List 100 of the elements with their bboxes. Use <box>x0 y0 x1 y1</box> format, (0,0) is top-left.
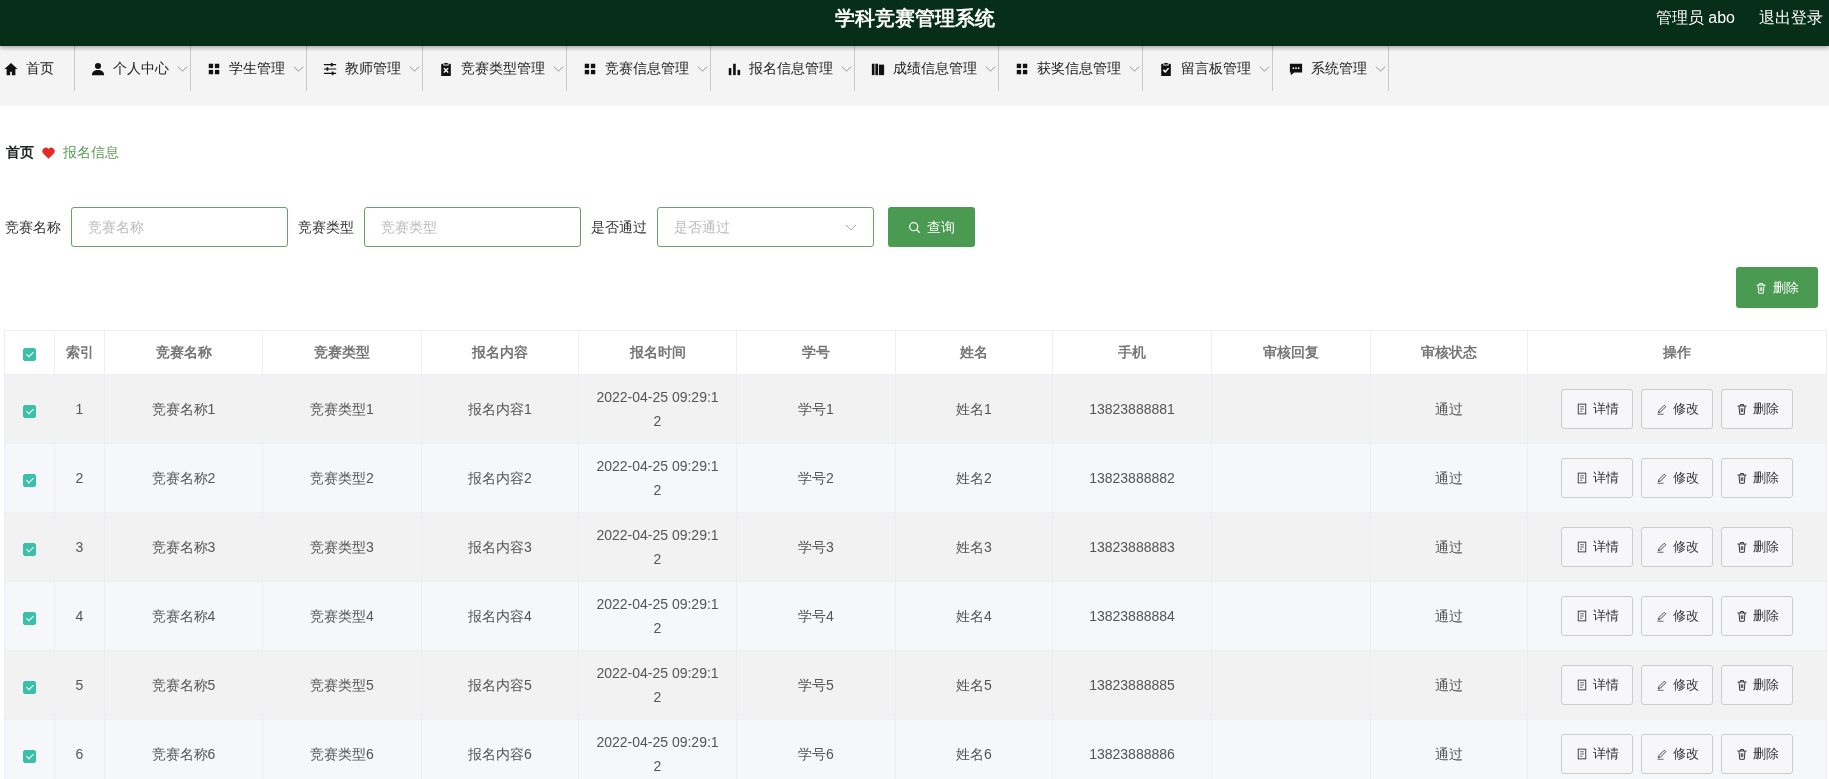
nav-menu-item[interactable]: 竞赛类型管理 <box>423 46 567 91</box>
trash-icon <box>1735 403 1748 415</box>
table-cell: 姓名1 <box>895 374 1053 444</box>
table-cell: 竞赛类型3 <box>262 512 422 582</box>
nav-menu-item[interactable]: 留言板管理 <box>1143 46 1273 91</box>
row-action-button[interactable]: 详情 <box>1561 734 1633 774</box>
grid-icon <box>1015 61 1029 76</box>
search-label: 竞赛名称 <box>5 217 61 237</box>
table-cell: 姓名4 <box>895 581 1053 651</box>
document-icon <box>1575 748 1588 760</box>
table-cell: 通过 <box>1370 650 1528 720</box>
app-title: 学科竞赛管理系统 <box>834 6 995 31</box>
column-header: 学号 <box>736 330 896 375</box>
row-action-button[interactable]: 删除 <box>1721 665 1793 705</box>
document-icon <box>1575 679 1588 691</box>
books-icon <box>871 61 885 76</box>
caret-icon <box>177 63 188 74</box>
row-action-button[interactable]: 详情 <box>1561 527 1633 567</box>
heart-icon <box>42 146 55 159</box>
grid-icon <box>583 61 597 76</box>
search-input-field[interactable]: 竞赛类型 <box>364 207 581 247</box>
clipboard-x-icon <box>439 61 453 76</box>
caret-icon <box>841 63 852 74</box>
row-action-button[interactable]: 详情 <box>1561 596 1633 636</box>
row-action-button[interactable]: 删除 <box>1721 389 1793 429</box>
table-cell: 学号6 <box>736 719 896 779</box>
document-icon <box>1575 403 1588 415</box>
trash-icon <box>1755 281 1767 294</box>
column-header: 操作 <box>1527 330 1827 375</box>
search-input-field[interactable]: 竞赛名称 <box>71 207 288 247</box>
nav-menu-item[interactable]: 系统管理 <box>1273 46 1389 91</box>
table-cell: 学号5 <box>736 650 896 720</box>
trash-icon <box>1735 679 1748 691</box>
nav-menu-item[interactable]: 教师管理 <box>307 46 423 91</box>
table-cell: 5 <box>54 650 105 720</box>
row-action-button[interactable]: 删除 <box>1721 527 1793 567</box>
checkbox[interactable] <box>23 680 36 694</box>
breadcrumb-home[interactable]: 首页 <box>6 142 34 163</box>
row-action-button[interactable]: 详情 <box>1561 389 1633 429</box>
nav-menu-item[interactable]: 报名信息管理 <box>711 46 855 91</box>
table-cell: 竞赛名称2 <box>104 443 263 513</box>
table-cell: 报名内容3 <box>421 512 579 582</box>
table-cell: 通过 <box>1370 719 1528 779</box>
table-cell: 学号4 <box>736 581 896 651</box>
bar-chart-icon <box>727 61 741 76</box>
table-cell-text: 2022-04-25 09:29:12 <box>595 388 720 431</box>
row-action-button[interactable]: 修改 <box>1641 596 1713 636</box>
logout-link[interactable]: 退出登录 <box>1759 6 1823 30</box>
row-action-button[interactable]: 详情 <box>1561 458 1633 498</box>
table-cell: 通过 <box>1370 512 1528 582</box>
chat-icon <box>1289 61 1303 76</box>
table-cell: 13823888881 <box>1052 374 1212 444</box>
caret-icon <box>697 63 708 74</box>
nav-menu-item[interactable]: 竞赛信息管理 <box>567 46 711 91</box>
nav-menu-item[interactable]: 个人中心 <box>75 46 191 91</box>
table-cell: 13823888883 <box>1052 512 1212 582</box>
checkbox[interactable] <box>23 348 36 361</box>
table-cell: 13823888884 <box>1052 581 1212 651</box>
table-cell: 报名内容4 <box>421 581 579 651</box>
table-cell: 姓名3 <box>895 512 1053 582</box>
table-cell: 13823888882 <box>1052 443 1212 513</box>
table-cell: 竞赛类型5 <box>262 650 422 720</box>
trash-icon <box>1735 472 1748 484</box>
table-cell: 竞赛名称1 <box>104 374 263 444</box>
row-action-button[interactable]: 删除 <box>1721 596 1793 636</box>
checkbox[interactable] <box>23 404 36 418</box>
user-name: 管理员 abo <box>1655 8 1735 28</box>
trash-icon <box>1735 610 1748 622</box>
table-cell: 13823888885 <box>1052 650 1212 720</box>
nav-menu-item[interactable]: 获奖信息管理 <box>999 46 1143 91</box>
pencil-icon <box>1655 403 1668 415</box>
column-header: 报名内容 <box>421 330 579 375</box>
column-header: 索引 <box>54 330 105 375</box>
checkbox[interactable] <box>23 473 36 487</box>
row-action-button[interactable]: 修改 <box>1641 389 1713 429</box>
table-cell: 报名内容1 <box>421 374 579 444</box>
row-action-button[interactable]: 删除 <box>1721 734 1793 774</box>
nav-menu-item[interactable]: 学生管理 <box>191 46 307 91</box>
checkbox[interactable] <box>23 749 36 763</box>
row-action-button[interactable]: 修改 <box>1641 458 1713 498</box>
table-cell: 通过 <box>1370 581 1528 651</box>
pencil-icon <box>1655 748 1668 760</box>
table-cell: 报名内容6 <box>421 719 579 779</box>
column-header: 姓名 <box>895 330 1053 375</box>
row-action-button[interactable]: 修改 <box>1641 734 1713 774</box>
pencil-icon <box>1655 679 1668 691</box>
column-header: 审核状态 <box>1370 330 1528 375</box>
table-cell: 1 <box>54 374 105 444</box>
row-action-button[interactable]: 删除 <box>1721 458 1793 498</box>
row-action-button[interactable]: 修改 <box>1641 527 1713 567</box>
table-cell: 6 <box>54 719 105 779</box>
row-action-button[interactable]: 详情 <box>1561 665 1633 705</box>
nav-link[interactable]: 首页 <box>0 46 75 91</box>
table-cell: 竞赛名称6 <box>104 719 263 779</box>
search-label: 是否通过 <box>591 217 647 237</box>
checkbox[interactable] <box>23 542 36 556</box>
checkbox[interactable] <box>23 611 36 625</box>
nav-menu-item[interactable]: 成绩信息管理 <box>855 46 999 91</box>
column-header: 竞赛类型 <box>262 330 422 375</box>
row-action-button[interactable]: 修改 <box>1641 665 1713 705</box>
